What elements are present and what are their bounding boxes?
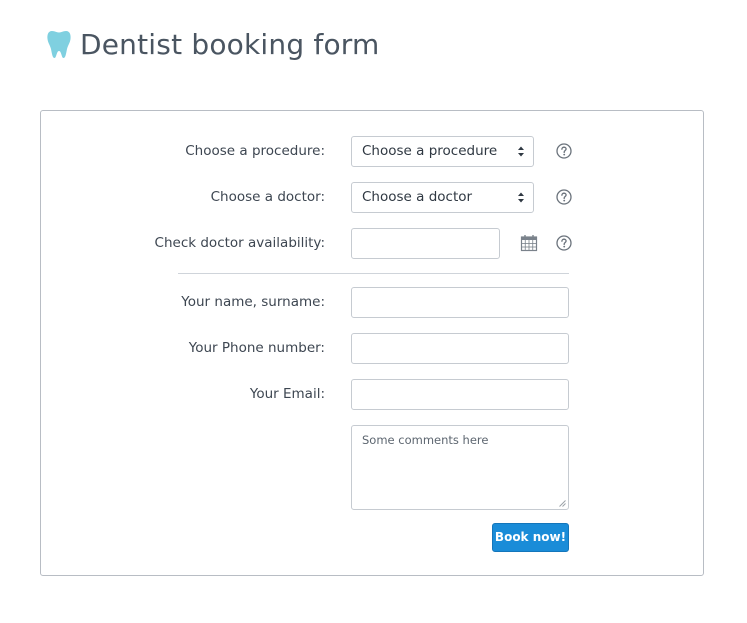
availability-row: Check doctor availability: (41, 228, 703, 259)
doctor-label: Choose a doctor: (210, 189, 325, 205)
email-label: Your Email: (249, 386, 325, 402)
doctor-select[interactable]: Choose a doctor (351, 182, 534, 213)
select-caret-icon (518, 146, 524, 157)
page-header: Dentist booking form (46, 26, 380, 62)
procedure-row: Choose a procedure: Choose a procedure (41, 136, 703, 167)
doctor-selected-value: Choose a doctor (362, 189, 473, 205)
email-row: Your Email: (41, 379, 703, 410)
phone-label: Your Phone number: (188, 340, 325, 356)
tooth-icon (47, 31, 71, 58)
availability-label: Check doctor availability: (154, 235, 325, 251)
select-caret-icon (518, 192, 524, 203)
availability-date-input[interactable] (351, 228, 500, 259)
procedure-selected-value: Choose a procedure (362, 143, 498, 159)
name-input[interactable] (351, 287, 569, 318)
resize-handle-icon[interactable] (559, 500, 566, 507)
section-divider (178, 273, 569, 274)
help-icon[interactable] (556, 235, 572, 251)
help-icon[interactable] (556, 189, 572, 205)
help-icon[interactable] (556, 143, 572, 159)
booking-form-card: Choose a procedure: Choose a procedure C… (40, 110, 704, 576)
email-input[interactable] (351, 379, 569, 410)
name-row: Your name, surname: (41, 287, 703, 318)
procedure-label: Choose a procedure: (185, 143, 325, 159)
procedure-select[interactable]: Choose a procedure (351, 136, 534, 167)
page-title: Dentist booking form (80, 27, 380, 61)
comments-textarea[interactable]: Some comments here (351, 425, 569, 510)
name-label: Your name, surname: (181, 294, 325, 310)
comments-placeholder: Some comments here (362, 433, 489, 447)
doctor-row: Choose a doctor: Choose a doctor (41, 182, 703, 213)
calendar-icon[interactable] (520, 234, 538, 252)
phone-row: Your Phone number: (41, 333, 703, 364)
book-now-button[interactable]: Book now! (492, 523, 569, 552)
phone-input[interactable] (351, 333, 569, 364)
